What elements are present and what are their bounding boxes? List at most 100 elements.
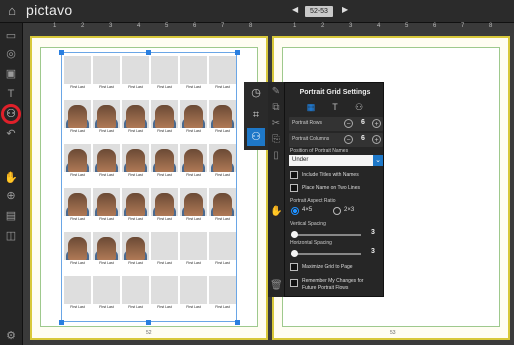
paste-icon[interactable]: ▯: [270, 150, 282, 162]
portrait-cell[interactable]: First Last: [180, 144, 207, 180]
portrait-cell[interactable]: First Last: [122, 276, 149, 312]
preview-icon[interactable]: ◫: [4, 229, 18, 243]
aspect-2x3-radio[interactable]: [333, 207, 341, 215]
backgrounds-icon[interactable]: ◎: [4, 47, 18, 61]
portrait-cell[interactable]: First Last: [122, 100, 149, 136]
portrait-photo: [64, 144, 91, 172]
columns-plus-button[interactable]: +: [372, 135, 381, 144]
include-titles-checkbox[interactable]: [290, 171, 298, 179]
portrait-cell[interactable]: First Last: [209, 100, 236, 136]
portrait-rows-label: Portrait Rows: [292, 120, 323, 126]
portrait-cell[interactable]: First Last: [209, 144, 236, 180]
crop-icon[interactable]: ⌗: [247, 106, 265, 124]
hand-tool-icon[interactable]: ✋: [4, 171, 18, 185]
save-icon[interactable]: ▤: [4, 209, 18, 223]
horizontal-spacing-slider[interactable]: [291, 253, 361, 255]
portrait-cell[interactable]: First Last: [93, 188, 120, 224]
portrait-cell[interactable]: First Last: [93, 100, 120, 136]
portrait-cell[interactable]: First Last: [93, 56, 120, 92]
portrait-cell[interactable]: First Last: [180, 100, 207, 136]
portrait-face: [155, 105, 174, 128]
resize-handle-top[interactable]: [146, 50, 151, 55]
portrait-cell[interactable]: First Last: [151, 56, 178, 92]
portrait-cell[interactable]: First Last: [122, 188, 149, 224]
portrait-cell[interactable]: First Last: [64, 232, 91, 268]
portrait-cell[interactable]: First Last: [209, 276, 236, 312]
portrait-columns-label: Portrait Columns: [292, 136, 330, 142]
portrait-cell[interactable]: First Last: [209, 188, 236, 224]
next-page-icon[interactable]: ▶: [342, 5, 348, 14]
portrait-face: [68, 149, 87, 172]
portrait-cell[interactable]: First Last: [180, 232, 207, 268]
portrait-cell[interactable]: First Last: [180, 188, 207, 224]
page-indicator[interactable]: 52-53: [305, 6, 333, 17]
text-tab-icon[interactable]: T: [326, 100, 344, 114]
zoom-icon[interactable]: ⊕: [4, 189, 18, 203]
trash-icon[interactable]: 🗑: [270, 280, 283, 292]
resize-handle-bottom[interactable]: [146, 320, 151, 325]
layers-icon[interactable]: ⧉: [270, 102, 282, 114]
portrait-name: First Last: [70, 261, 85, 265]
chevron-down-icon[interactable]: ⌄: [373, 155, 383, 166]
portrait-cell[interactable]: First Last: [209, 232, 236, 268]
portrait-cell[interactable]: First Last: [122, 232, 149, 268]
portrait-cell[interactable]: First Last: [93, 144, 120, 180]
portrait-cell[interactable]: First Last: [64, 56, 91, 92]
columns-value: 6: [361, 135, 365, 142]
portrait-cell[interactable]: First Last: [64, 144, 91, 180]
rows-minus-button[interactable]: −: [344, 119, 353, 128]
portrait-settings-icon[interactable]: ⚇: [247, 128, 265, 146]
people-tab-icon[interactable]: ⚇: [350, 100, 368, 114]
images-icon[interactable]: ▣: [4, 67, 18, 81]
home-icon[interactable]: ⌂: [4, 3, 20, 19]
prev-page-icon[interactable]: ◀: [292, 5, 298, 14]
clock-icon[interactable]: ◷: [247, 84, 265, 102]
portrait-tool-icon[interactable]: ⚇: [4, 107, 18, 121]
portrait-cell[interactable]: First Last: [151, 100, 178, 136]
text-tool-icon[interactable]: T: [4, 87, 18, 101]
portrait-cell[interactable]: First Last: [151, 188, 178, 224]
portrait-photo: [93, 232, 120, 260]
portrait-cell[interactable]: First Last: [151, 276, 178, 312]
portrait-cell[interactable]: First Last: [64, 188, 91, 224]
cut-icon[interactable]: ✂: [270, 118, 282, 130]
portrait-cell[interactable]: First Last: [93, 232, 120, 268]
portrait-cell[interactable]: First Last: [64, 100, 91, 136]
portrait-cell[interactable]: First Last: [151, 144, 178, 180]
pencil-icon[interactable]: ✎: [270, 86, 282, 98]
maximize-grid-checkbox[interactable]: [290, 263, 298, 271]
portrait-cell[interactable]: First Last: [180, 56, 207, 92]
resize-handle-bottom-left[interactable]: [59, 320, 64, 325]
hand-icon[interactable]: ✋: [270, 206, 282, 218]
vertical-spacing-knob[interactable]: [291, 231, 298, 238]
pages-icon[interactable]: ▭: [4, 29, 18, 43]
undo-icon[interactable]: ↶: [4, 127, 18, 141]
portrait-cell[interactable]: First Last: [122, 56, 149, 92]
aspect-4x5-radio[interactable]: [291, 207, 299, 215]
remember-changes-checkbox[interactable]: [290, 279, 298, 287]
portrait-cell[interactable]: First Last: [122, 144, 149, 180]
resize-handle-top-left[interactable]: [59, 50, 64, 55]
horizontal-spacing-knob[interactable]: [291, 250, 298, 257]
portrait-cell[interactable]: First Last: [64, 276, 91, 312]
copy-icon[interactable]: ⎘: [270, 134, 282, 146]
portrait-cell[interactable]: First Last: [93, 276, 120, 312]
columns-minus-button[interactable]: −: [344, 135, 353, 144]
settings-icon[interactable]: ⚙: [4, 329, 18, 343]
two-lines-checkbox[interactable]: [290, 184, 298, 192]
remember-changes-label-2: Future Portrait Flows: [302, 285, 349, 291]
position-names-select[interactable]: Under: [289, 155, 373, 166]
portrait-face: [97, 149, 116, 172]
rows-plus-button[interactable]: +: [372, 119, 381, 128]
resize-handle-bottom-right[interactable]: [235, 320, 240, 325]
grid-tab-icon[interactable]: ▦: [302, 100, 320, 114]
portrait-name: First Last: [99, 305, 114, 309]
resize-handle-top-right[interactable]: [235, 50, 240, 55]
portrait-name: First Last: [128, 173, 143, 177]
ruler-number: 2: [81, 23, 85, 29]
portrait-cell[interactable]: First Last: [151, 232, 178, 268]
ruler-number: 4: [137, 23, 141, 29]
vertical-spacing-slider[interactable]: [291, 234, 361, 236]
portrait-cell[interactable]: First Last: [209, 56, 236, 92]
portrait-cell[interactable]: First Last: [180, 276, 207, 312]
